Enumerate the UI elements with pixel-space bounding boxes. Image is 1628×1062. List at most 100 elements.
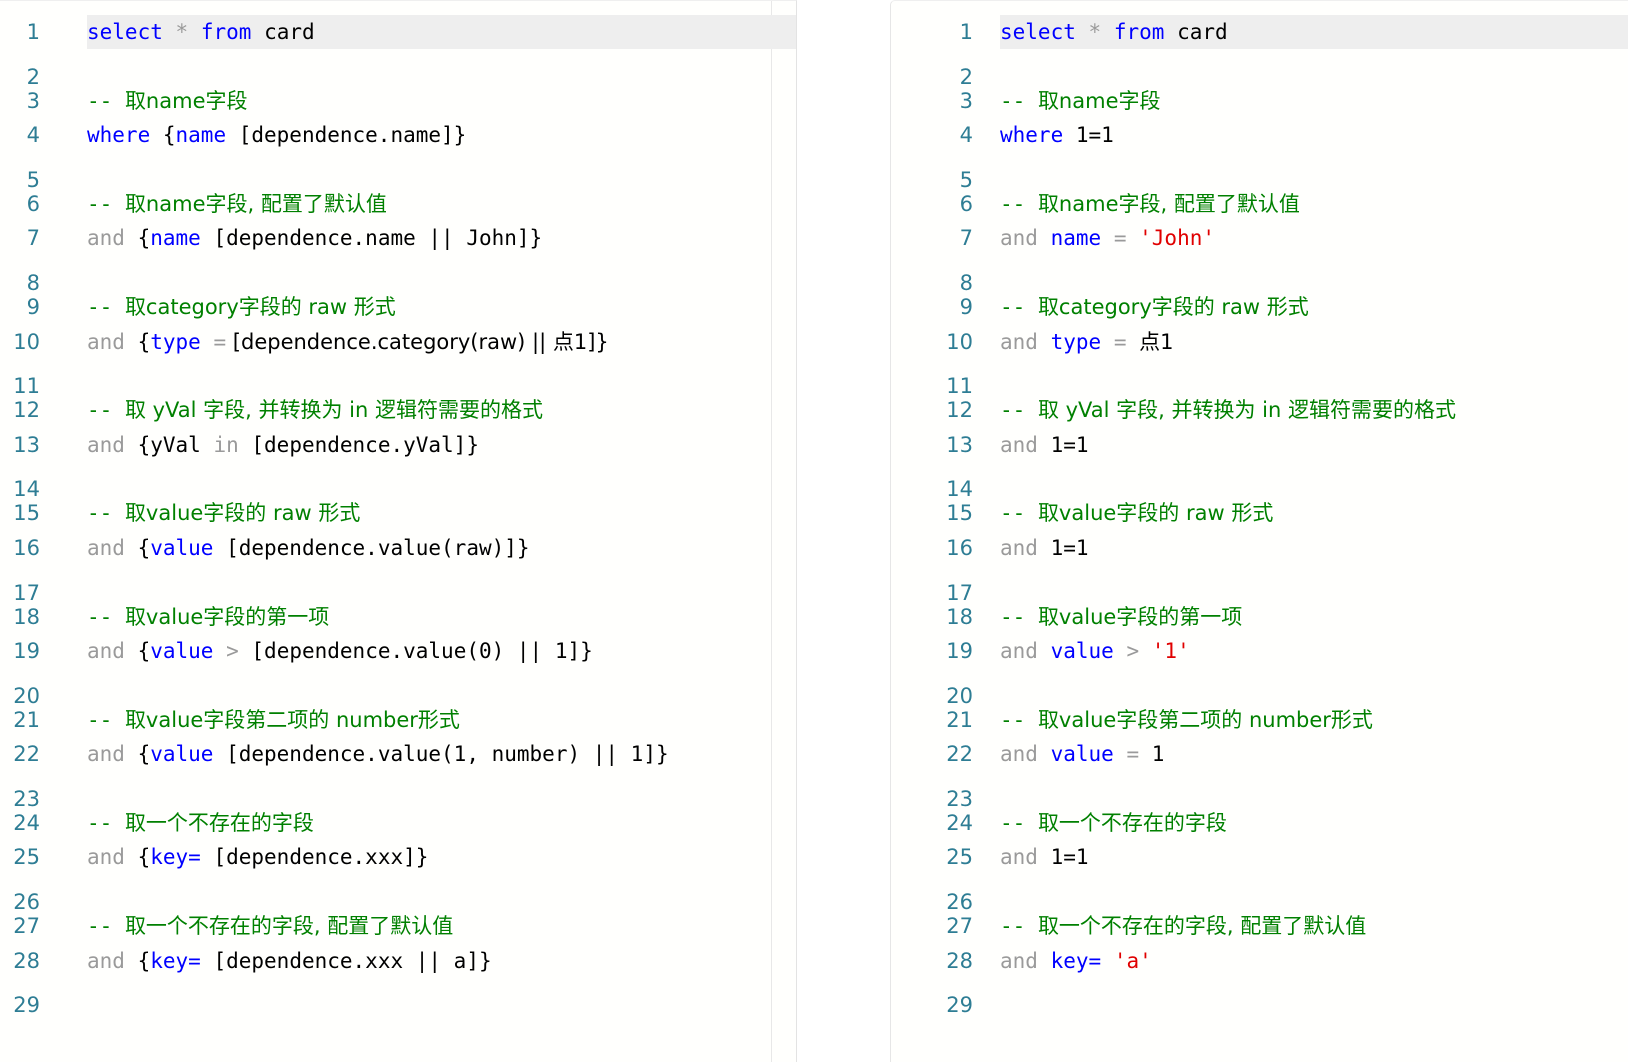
code-line[interactable]: 29 <box>0 978 796 1017</box>
line-content[interactable]: where 1=1 <box>1000 118 1628 152</box>
line-content[interactable] <box>1000 153 1628 187</box>
line-content[interactable]: -- 取value字段第二项的 number形式 <box>87 703 796 737</box>
code-line[interactable]: 26 <box>0 875 796 914</box>
line-content[interactable] <box>87 462 796 496</box>
line-content[interactable]: -- 取一个不存在的字段 <box>1000 806 1628 840</box>
rendered-sql-editor[interactable]: 1 select * from card 2 3 -- 取name字段 4 where 1=… <box>890 0 1628 1062</box>
code-line[interactable]: 6 -- 取name字段, 配置了默认值 <box>891 187 1628 221</box>
code-line[interactable]: 14 <box>891 462 1628 501</box>
code-line[interactable]: 21 -- 取value字段第二项的 number形式 <box>891 703 1628 737</box>
line-content[interactable]: and {yVal in [dependence.yVal]} <box>87 428 796 462</box>
line-content[interactable] <box>87 668 796 702</box>
line-content[interactable]: -- 取value字段的 raw 形式 <box>87 496 796 530</box>
code-line[interactable]: 13 and {yVal in [dependence.yVal]} <box>0 428 796 462</box>
code-line[interactable]: 23 <box>0 772 796 811</box>
line-content[interactable] <box>87 978 796 1012</box>
code-line[interactable]: 4 where 1=1 <box>891 118 1628 152</box>
code-line[interactable]: 5 <box>891 153 1628 192</box>
line-content[interactable]: and 1=1 <box>1000 531 1628 565</box>
code-line[interactable]: 9 -- 取category字段的 raw 形式 <box>891 290 1628 324</box>
line-content[interactable] <box>87 875 796 909</box>
code-line[interactable]: 13 and 1=1 <box>891 428 1628 462</box>
line-content[interactable]: -- 取 yVal 字段, 并转换为 in 逻辑符需要的格式 <box>1000 393 1628 427</box>
code-line[interactable]: 16 and {value [dependence.value(raw)]} <box>0 531 796 565</box>
line-content[interactable]: and key= 'a' <box>1000 944 1628 978</box>
template-sql-editor[interactable]: 1 select * from card 2 3 -- 取name字段 4 where {n… <box>0 0 797 1062</box>
line-content[interactable]: and name = 'John' <box>1000 221 1628 255</box>
line-content[interactable] <box>1000 359 1628 393</box>
code-line[interactable]: 29 <box>891 978 1628 1017</box>
line-content[interactable] <box>87 359 796 393</box>
line-content[interactable]: and {key= [dependence.xxx]} <box>87 840 796 874</box>
line-content[interactable]: -- 取category字段的 raw 形式 <box>1000 290 1628 324</box>
line-content[interactable]: where {name [dependence.name]} <box>87 118 796 152</box>
line-content[interactable]: -- 取 yVal 字段, 并转换为 in 逻辑符需要的格式 <box>87 393 796 427</box>
code-line[interactable]: 26 <box>891 875 1628 914</box>
code-line[interactable]: 15 -- 取value字段的 raw 形式 <box>891 496 1628 530</box>
code-line[interactable]: 11 <box>891 359 1628 398</box>
line-content[interactable]: -- 取value字段的第一项 <box>1000 600 1628 634</box>
line-content[interactable] <box>1000 256 1628 290</box>
line-content[interactable]: -- 取一个不存在的字段, 配置了默认值 <box>1000 909 1628 943</box>
code-line[interactable]: 10 and {type = [dependence.category(raw) … <box>0 325 796 359</box>
code-line[interactable]: 1 select * from card <box>0 15 796 50</box>
line-content[interactable]: select * from card <box>1000 15 1628 50</box>
line-content[interactable]: -- 取category字段的 raw 形式 <box>87 290 796 324</box>
code-line[interactable]: 21 -- 取value字段第二项的 number形式 <box>0 703 796 737</box>
line-content[interactable]: -- 取value字段的 raw 形式 <box>1000 496 1628 530</box>
code-line[interactable]: 22 and {value [dependence.value(1, number… <box>0 737 796 771</box>
line-content[interactable] <box>1000 565 1628 599</box>
line-content[interactable]: and {type = [dependence.category(raw) ||… <box>87 325 796 359</box>
code-line[interactable]: 25 and {key= [dependence.xxx]} <box>0 840 796 874</box>
code-line[interactable]: 15 -- 取value字段的 raw 形式 <box>0 496 796 530</box>
line-content[interactable]: and 1=1 <box>1000 840 1628 874</box>
code-line[interactable]: 7 and name = 'John' <box>891 221 1628 255</box>
code-line[interactable]: 5 <box>0 153 796 192</box>
code-line[interactable]: 27 -- 取一个不存在的字段, 配置了默认值 <box>891 909 1628 943</box>
code-line[interactable]: 3 -- 取name字段 <box>0 84 796 118</box>
code-line[interactable]: 18 -- 取value字段的第一项 <box>0 600 796 634</box>
code-line[interactable]: 24 -- 取一个不存在的字段 <box>0 806 796 840</box>
code-line[interactable]: 20 <box>891 668 1628 708</box>
line-content[interactable]: -- 取一个不存在的字段 <box>87 806 796 840</box>
line-content[interactable] <box>87 772 796 806</box>
line-content[interactable]: and value = 1 <box>1000 737 1628 771</box>
code-line[interactable]: 12 -- 取 yVal 字段, 并转换为 in 逻辑符需要的格式 <box>0 393 796 427</box>
line-content[interactable] <box>87 256 796 290</box>
code-line[interactable]: 24 -- 取一个不存在的字段 <box>891 806 1628 840</box>
code-line[interactable]: 3 -- 取name字段 <box>891 84 1628 118</box>
code-line[interactable]: 23 <box>891 772 1628 811</box>
code-line[interactable]: 11 <box>0 359 796 398</box>
code-area-right[interactable]: 1 select * from card 2 3 -- 取name字段 4 where 1=… <box>891 1 1628 1017</box>
line-content[interactable] <box>87 153 796 187</box>
line-content[interactable] <box>87 565 796 599</box>
line-content[interactable] <box>1000 978 1628 1012</box>
code-line[interactable]: 1 select * from card <box>891 15 1628 50</box>
line-content[interactable]: -- 取value字段的第一项 <box>87 600 796 634</box>
code-line[interactable]: 12 -- 取 yVal 字段, 并转换为 in 逻辑符需要的格式 <box>891 393 1628 427</box>
line-content[interactable]: -- 取name字段, 配置了默认值 <box>87 187 796 221</box>
code-line[interactable]: 4 where {name [dependence.name]} <box>0 118 796 152</box>
code-line[interactable]: 22 and value = 1 <box>891 737 1628 771</box>
code-line[interactable]: 8 <box>0 256 796 295</box>
code-line[interactable]: 6 -- 取name字段, 配置了默认值 <box>0 187 796 221</box>
line-content[interactable] <box>1000 875 1628 909</box>
code-line[interactable]: 19 and {value > [dependence.value(0) || 1… <box>0 634 796 668</box>
code-line[interactable]: 19 and value > '1' <box>891 634 1628 668</box>
line-content[interactable] <box>1000 668 1628 702</box>
line-content[interactable] <box>87 49 796 83</box>
code-line[interactable]: 7 and {name [dependence.name || John]} <box>0 221 796 255</box>
code-line[interactable]: 10 and type = 点1 <box>891 325 1628 359</box>
code-line[interactable]: 20 <box>0 668 796 708</box>
line-content[interactable]: and {value [dependence.value(raw)]} <box>87 531 796 565</box>
code-line[interactable]: 9 -- 取category字段的 raw 形式 <box>0 290 796 324</box>
code-line[interactable]: 16 and 1=1 <box>891 531 1628 565</box>
code-line[interactable]: 2 <box>0 49 796 89</box>
code-line[interactable]: 14 <box>0 462 796 501</box>
code-line[interactable]: 18 -- 取value字段的第一项 <box>891 600 1628 634</box>
code-line[interactable]: 17 <box>891 565 1628 605</box>
line-content[interactable]: and {value [dependence.value(1, number) … <box>87 737 796 771</box>
code-line[interactable]: 2 <box>891 49 1628 89</box>
line-content[interactable]: and {name [dependence.name || John]} <box>87 221 796 255</box>
line-content[interactable]: -- 取一个不存在的字段, 配置了默认值 <box>87 909 796 943</box>
